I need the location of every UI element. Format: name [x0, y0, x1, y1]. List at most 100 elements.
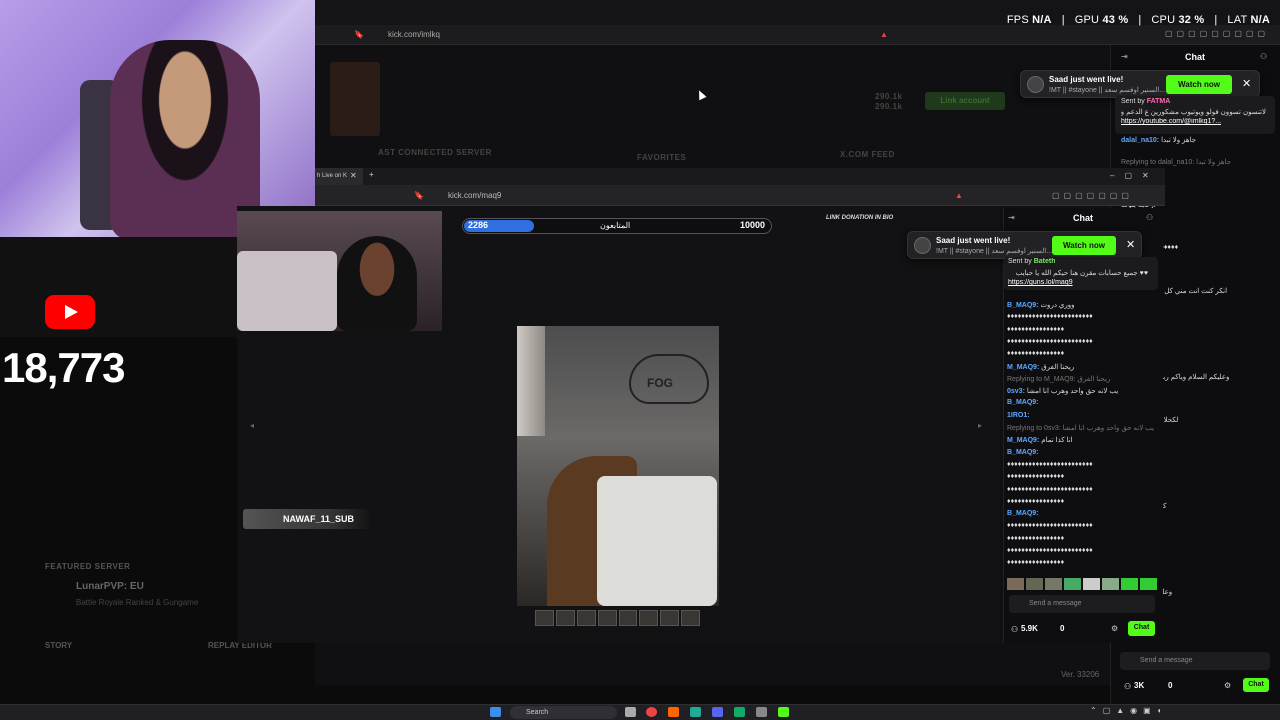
outer-zero-count: 0	[1168, 681, 1173, 690]
chat-username[interactable]: B_MAQ9:	[1007, 449, 1039, 456]
fps-label: FPS	[1006, 14, 1029, 26]
app-icon[interactable]	[690, 707, 701, 717]
thumb[interactable]	[535, 610, 554, 626]
chat-username[interactable]: dalal_na10:	[1121, 137, 1159, 144]
chat-message: ♦♦♦♦♦♦♦♦♦♦♦♦♦♦♦♦	[1007, 498, 1157, 505]
outer-chat-button[interactable]: Chat	[1243, 678, 1269, 692]
thumb[interactable]	[660, 610, 680, 626]
chat-text: ♦♦♦♦♦♦♦♦♦♦♦♦♦♦♦♦	[1007, 350, 1065, 358]
watch-now-button[interactable]: Watch now	[1166, 75, 1232, 94]
chat-text: ريحنا الفرق	[1041, 363, 1075, 371]
xcom-heading: X.COM FEED	[840, 150, 895, 159]
fg-extension-icon[interactable]: ▲	[955, 191, 963, 200]
chat-message: ♦♦♦♦♦♦♦♦♦♦♦♦♦♦♦♦♦♦♦♦♦♦♦♦	[1007, 461, 1157, 468]
brave-icon[interactable]	[668, 707, 679, 717]
chat-message: ♦♦♦♦♦♦♦♦♦♦♦♦♦♦♦♦♦♦♦♦♦♦♦♦	[1007, 338, 1157, 345]
webcam2-bed	[237, 251, 337, 331]
emote[interactable]	[1140, 578, 1157, 590]
emote[interactable]	[1026, 578, 1043, 590]
inner-send-message-input[interactable]: Send a message	[1009, 595, 1155, 613]
thumb[interactable]	[639, 610, 659, 626]
thumb[interactable]	[555, 610, 575, 626]
inner-watch-now-button[interactable]: Watch now	[1052, 236, 1116, 255]
emote[interactable]	[1007, 578, 1024, 590]
inner-notif-avatar	[914, 237, 931, 254]
chat-username[interactable]: 0sv3:	[1007, 388, 1025, 395]
featured-server-name[interactable]: LunarPVP: EU	[76, 581, 144, 592]
inner-settings-icon[interactable]: ⚙	[1111, 624, 1118, 633]
chat-text: Replying to M_MAQ9: ريحنا الفرق	[1007, 375, 1111, 383]
inner-notif-subtitle: !MT || #stayone || السنير اوفسم سعد...	[936, 248, 1053, 255]
chat-username[interactable]: B_MAQ9:	[1007, 302, 1039, 309]
notif-avatar	[1027, 76, 1044, 93]
fg-bookmark-icon[interactable]: 🔖	[414, 191, 424, 200]
inner-pinned-message: Sent by Bateth ♥♥ جميع حسابات مقرن هنا ح…	[1004, 257, 1158, 290]
next-arrow-icon[interactable]: ▸	[978, 421, 982, 430]
system-tray-icons[interactable]: ⌃▢▲◉▣◖	[1090, 706, 1168, 715]
kick-app-icon[interactable]	[778, 707, 789, 717]
chat-message: 0sv3: يب لانه حق واحد وهرب انا امشا	[1007, 387, 1157, 395]
inner-live-notification[interactable]: Saad just went live! !MT || #stayone || …	[907, 231, 1142, 259]
fg-url-bar[interactable]: kick.com/maq9	[430, 189, 930, 203]
fg-toolbar-icons[interactable]: ▢▢▢▢▢▢▢	[1052, 191, 1133, 200]
chat-text: ♦♦♦♦♦♦♦♦♦♦♦♦♦♦♦♦	[1007, 497, 1065, 505]
thumb[interactable]	[576, 610, 596, 626]
chat-username[interactable]: 1IRO1:	[1007, 412, 1030, 419]
thumb[interactable]	[618, 610, 638, 626]
chat-text: ♦♦♦♦♦♦♦♦♦♦♦♦♦♦♦♦♦♦♦♦♦♦♦♦	[1007, 460, 1093, 468]
lat-value: N/A	[1250, 14, 1270, 26]
taskbar-search[interactable]: Search	[510, 706, 617, 719]
bookmark-icon[interactable]: 🔖	[354, 30, 364, 39]
chat-users-icon[interactable]: ⚇	[1260, 52, 1267, 61]
chat-username[interactable]: M_MAQ9:	[1007, 437, 1039, 444]
background-url-bar[interactable]: kick.com/imlkq	[372, 28, 862, 42]
toolbar-icons[interactable]: ▢▢▢▢▢▢▢▢▢	[1165, 29, 1269, 38]
outer-viewer-count: 3K	[1134, 681, 1145, 690]
emote[interactable]	[1045, 578, 1062, 590]
emote[interactable]	[1083, 578, 1100, 590]
chat-username[interactable]: B_MAQ9:	[1007, 399, 1039, 406]
chat-text: ♦♦♦♦♦♦♦♦♦♦♦♦♦♦♦♦♦♦♦♦♦♦♦♦	[1007, 485, 1093, 493]
story-button[interactable]: STORY	[45, 641, 72, 650]
pinned-link[interactable]: https://youtube.com/@imlkq1?...	[1121, 118, 1221, 125]
chat-username[interactable]: B_MAQ9:	[1007, 510, 1039, 517]
outer-settings-icon[interactable]: ⚙	[1224, 681, 1231, 690]
discord-icon[interactable]	[712, 707, 723, 717]
inner-chat-button[interactable]: Chat	[1128, 621, 1155, 636]
inner-pinned-link[interactable]: https://guns.lol/maq9	[1008, 279, 1073, 286]
inner-viewer-count: 5.9K	[1021, 624, 1038, 633]
prev-arrow-icon[interactable]: ◂	[250, 421, 254, 430]
stream-video[interactable]: FOG	[517, 326, 719, 606]
window-controls[interactable]: –▢✕	[1110, 171, 1159, 180]
settings-app-icon[interactable]	[756, 707, 767, 717]
streamer-webcam	[0, 0, 315, 237]
tab-close-icon[interactable]: ✕	[350, 171, 357, 180]
inner-close-icon[interactable]: ✕	[1126, 240, 1135, 251]
outer-send-message-input[interactable]: Send a message	[1120, 652, 1270, 670]
emote[interactable]	[1102, 578, 1119, 590]
extension-icon[interactable]: ▲	[880, 30, 888, 39]
inner-chat-users-icon[interactable]: ⚇	[1146, 213, 1153, 222]
link-account-button[interactable]: Link account	[925, 92, 1005, 110]
chat-message: Replying to dalal_na10: جاهز ولا تبدا	[1121, 158, 1275, 166]
outer-live-notification[interactable]: Saad just went live! !MT || #stayone || …	[1020, 70, 1260, 98]
thumb[interactable]	[597, 610, 617, 626]
close-icon[interactable]: ✕	[1242, 79, 1251, 90]
task-view-icon[interactable]	[625, 707, 636, 717]
logo-text: FOG	[647, 376, 673, 390]
chat-text: Replying to 0sv3: يب لانه حق واحد وهرب ا…	[1007, 425, 1154, 432]
windows-start-icon[interactable]	[490, 707, 501, 717]
app2-icon[interactable]	[734, 707, 745, 717]
chat-text: ♦♦♦♦♦♦♦♦♦♦♦♦♦♦♦♦♦♦♦♦♦♦♦♦	[1007, 337, 1093, 345]
notif-title: Saad just went live!	[1049, 75, 1124, 84]
chat-message: ♦♦♦♦♦♦♦♦♦♦♦♦♦♦♦♦♦♦♦♦♦♦♦♦	[1007, 486, 1157, 493]
emote[interactable]	[1064, 578, 1081, 590]
chrome-icon[interactable]	[646, 707, 657, 717]
chat-text: ♦♦♦♦♦♦♦♦♦♦♦♦♦♦♦♦	[1007, 559, 1065, 567]
thumb[interactable]	[681, 610, 700, 626]
chat-username[interactable]: M_MAQ9:	[1007, 364, 1039, 371]
new-tab-icon[interactable]: +	[369, 170, 374, 179]
chat-message: ♦♦♦♦♦♦♦♦♦♦♦♦♦♦♦♦	[1007, 559, 1157, 566]
emote[interactable]	[1121, 578, 1138, 590]
version-label: Ver. 33206	[1061, 670, 1100, 679]
